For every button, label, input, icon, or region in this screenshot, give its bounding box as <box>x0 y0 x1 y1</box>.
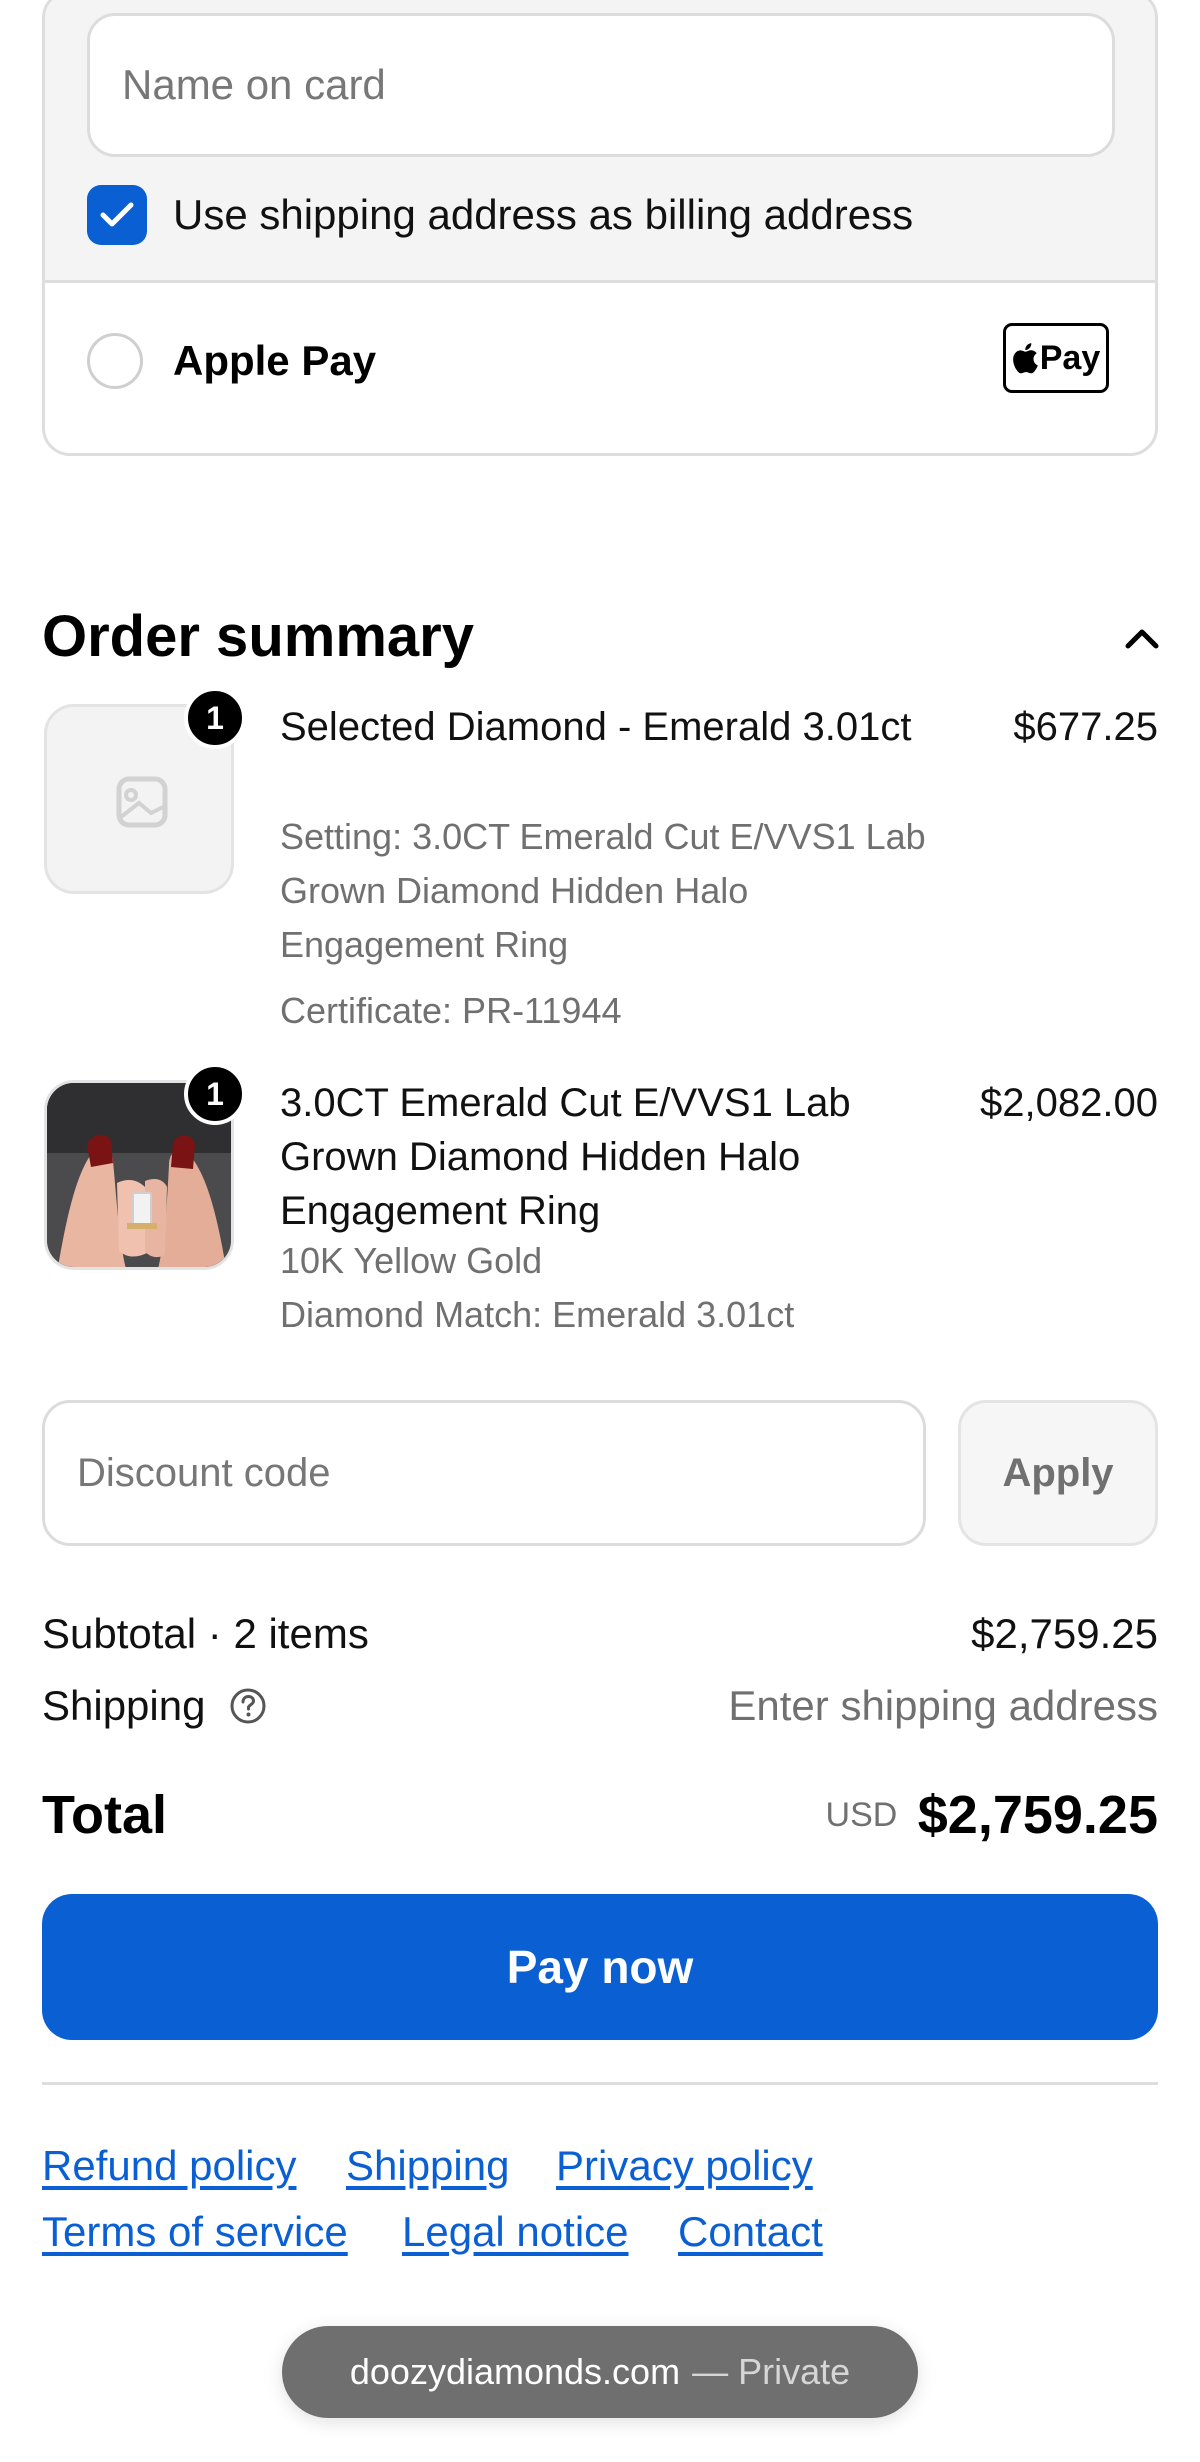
checkmark-icon <box>100 202 134 227</box>
privacy-policy-link[interactable]: Privacy policy <box>556 2138 813 2194</box>
item-metal: 10K Yellow Gold <box>280 1240 543 1281</box>
chevron-up-icon[interactable] <box>1122 622 1162 652</box>
name-on-card-field[interactable] <box>87 13 1115 157</box>
total-amount: $2,759.25 <box>917 1785 1158 1845</box>
item-price: $677.25 <box>1013 705 1158 749</box>
discount-code-input[interactable] <box>42 1400 926 1546</box>
item-certificate: Certificate: PR-11944 <box>280 990 622 1031</box>
apple-pay-logo: Pay <box>1003 323 1109 393</box>
item-diamond-match: Diamond Match: Emerald 3.01ct <box>280 1294 795 1335</box>
billing-address-checkbox[interactable] <box>87 185 147 245</box>
apple-pay-radio[interactable] <box>87 333 143 389</box>
billing-address-label: Use shipping address as billing address <box>173 191 914 238</box>
total-label: Total <box>42 1785 167 1845</box>
legal-notice-link[interactable]: Legal notice <box>402 2204 629 2260</box>
apple-pay-badge-text: Pay <box>1039 338 1101 377</box>
apple-pay-label: Apple Pay <box>173 337 377 384</box>
apply-discount-button[interactable]: Apply <box>958 1400 1158 1546</box>
order-summary-title: Order summary <box>42 604 474 669</box>
shipping-label: Shipping <box>42 1682 206 1729</box>
terms-of-service-link[interactable]: Terms of service <box>42 2204 348 2260</box>
shipping-value: Enter shipping address <box>728 1682 1158 1729</box>
payment-method-box: Use shipping address as billing address … <box>42 0 1158 456</box>
subtotal-value: $2,759.25 <box>971 1610 1158 1657</box>
private-mode-label: — Private <box>692 2351 851 2392</box>
quantity-badge: 1 <box>184 1063 246 1125</box>
shipping-row: Shipping <box>42 1678 267 1734</box>
apple-logo-icon <box>1012 343 1038 374</box>
quantity-badge: 1 <box>184 687 246 749</box>
pay-now-button[interactable]: Pay now <box>42 1894 1158 2040</box>
refund-policy-link[interactable]: Refund policy <box>42 2138 296 2194</box>
help-circle-icon[interactable] <box>229 1687 267 1725</box>
item-price: $2,082.00 <box>980 1081 1158 1125</box>
item-setting: Setting: 3.0CT Emerald Cut E/VVS1 Lab Gr… <box>280 816 926 965</box>
subtotal-label: Subtotal · 2 items <box>42 1610 369 1657</box>
total-value-group: USD $2,759.25 <box>826 1780 1158 1850</box>
contact-link[interactable]: Contact <box>678 2204 823 2260</box>
divider <box>42 2082 1158 2085</box>
currency-code: USD <box>825 1796 898 1834</box>
shipping-policy-link[interactable]: Shipping <box>346 2138 509 2194</box>
site-domain: doozydiamonds.com <box>349 2351 681 2392</box>
item-title: 3.0CT Emerald Cut E/VVS1 Lab Grown Diamo… <box>280 1081 851 1233</box>
item-title: Selected Diamond - Emerald 3.01ct <box>280 705 912 749</box>
browser-address-bar[interactable]: doozydiamonds.com — Private <box>282 2326 918 2418</box>
